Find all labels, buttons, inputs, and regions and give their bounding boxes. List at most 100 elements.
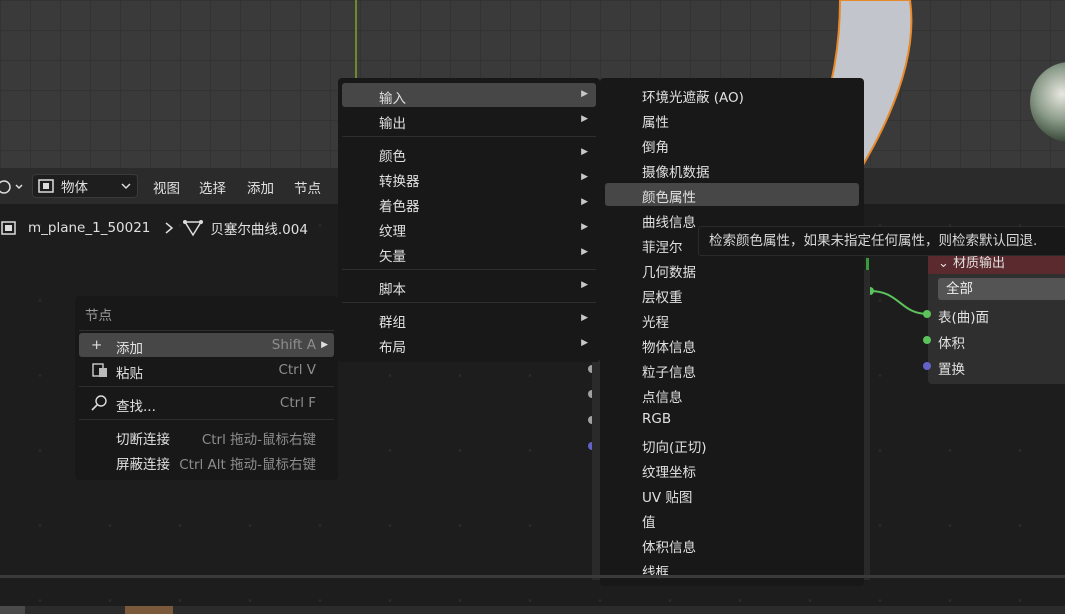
submenu-arrow-icon: ▶ bbox=[581, 89, 588, 99]
input-item-volume-info[interactable]: 体积信息 bbox=[605, 533, 859, 556]
add-item-script[interactable]: 脚本 ▶ bbox=[342, 274, 596, 298]
input-item-point-info[interactable]: 点信息 bbox=[605, 383, 859, 406]
add-item-color[interactable]: 颜色 ▶ bbox=[342, 141, 596, 165]
node-link bbox=[866, 287, 929, 315]
input-item-uv-map[interactable]: UV 贴图 bbox=[605, 483, 859, 506]
input-item-particle-info[interactable]: 粒子信息 bbox=[605, 358, 859, 381]
mode-label: 物体 bbox=[61, 180, 88, 196]
submenu-arrow-icon: ▶ bbox=[581, 222, 588, 232]
submenu-arrow-icon: ▶ bbox=[581, 280, 588, 290]
tooltip: 检索颜色属性，如果未指定任何属性，则检索默认回退. bbox=[698, 226, 1065, 256]
timeline-left-block bbox=[0, 606, 25, 614]
menu-view[interactable]: 视图 bbox=[153, 177, 180, 197]
surface-socket-dot[interactable] bbox=[923, 310, 931, 318]
input-item-geometry[interactable]: 几何数据 bbox=[605, 258, 859, 281]
input-item-layer-weight[interactable]: 层权重 bbox=[605, 283, 859, 306]
context-item-label: 添加 bbox=[116, 341, 143, 357]
add-item-vector[interactable]: 矢量 ▶ bbox=[342, 241, 596, 265]
displacement-socket-dot[interactable] bbox=[923, 362, 931, 370]
breadcrumb: m_plane_1_50021 贝塞尔曲线.004 bbox=[0, 214, 308, 242]
input-item-label: 几何数据 bbox=[642, 265, 696, 281]
submenu-arrow-icon: ▶ bbox=[581, 172, 588, 182]
add-item-label: 脚本 bbox=[379, 282, 406, 298]
object-icon bbox=[1, 221, 16, 235]
menu-select[interactable]: 选择 bbox=[199, 177, 226, 197]
editor-divider[interactable] bbox=[0, 575, 1065, 578]
input-item-object-info[interactable]: 物体信息 bbox=[605, 333, 859, 356]
material-output-label: 材质输出 bbox=[953, 256, 1006, 271]
object-icon bbox=[38, 179, 54, 193]
shortcut-label: Ctrl F bbox=[279, 395, 316, 411]
input-item-label: 摄像机数据 bbox=[642, 165, 710, 181]
breadcrumb-object[interactable]: m_plane_1_50021 bbox=[28, 220, 150, 236]
context-menu-title: 节点 bbox=[85, 308, 112, 324]
curve-data-icon bbox=[183, 220, 204, 237]
add-item-layout[interactable]: 布局 ▶ bbox=[342, 332, 596, 356]
input-item-label: 菲涅尔 bbox=[642, 240, 683, 256]
collapse-arrow-icon[interactable]: ⌄ bbox=[938, 256, 953, 271]
add-item-label: 矢量 bbox=[379, 249, 406, 265]
shortcut-label: Ctrl 拖动-鼠标右键 bbox=[201, 432, 316, 448]
context-item-label: 屏蔽连接 bbox=[116, 457, 170, 473]
add-item-group[interactable]: 群组 ▶ bbox=[342, 307, 596, 331]
socket-surface: 表(曲)面 bbox=[938, 310, 990, 326]
input-item-camera-data[interactable]: 摄像机数据 bbox=[605, 158, 859, 181]
volume-socket-dot[interactable] bbox=[923, 336, 931, 344]
context-item-label: 切断连接 bbox=[116, 432, 170, 448]
input-item-label: 切向(正切) bbox=[642, 440, 707, 456]
input-item-bevel[interactable]: 倒角 bbox=[605, 133, 859, 156]
input-item-attribute[interactable]: 属性 bbox=[605, 108, 859, 131]
add-item-label: 转换器 bbox=[379, 174, 420, 190]
add-item-label: 着色器 bbox=[379, 199, 420, 215]
search-icon bbox=[91, 395, 107, 411]
add-item-texture[interactable]: 纹理 ▶ bbox=[342, 216, 596, 240]
add-item-label: 群组 bbox=[379, 315, 406, 331]
input-item-label: 纹理坐标 bbox=[642, 465, 696, 481]
submenu-arrow-icon: ▶ bbox=[581, 247, 588, 257]
context-item-cut-links[interactable]: 切断连接 Ctrl 拖动-鼠标右键 bbox=[79, 424, 334, 448]
input-item-label: 倒角 bbox=[642, 140, 669, 156]
add-item-label: 纹理 bbox=[379, 224, 406, 240]
menu-node[interactable]: 节点 bbox=[294, 177, 321, 197]
add-item-label: 颜色 bbox=[379, 149, 406, 165]
editor-type-icon[interactable] bbox=[0, 179, 26, 195]
context-item-label: 查找... bbox=[116, 399, 156, 415]
input-item-label: 体积信息 bbox=[642, 540, 696, 556]
breadcrumb-data[interactable]: 贝塞尔曲线.004 bbox=[210, 218, 308, 238]
chevron-right-icon bbox=[165, 222, 174, 234]
context-item-add[interactable]: + 添加 Shift A ▶ bbox=[79, 333, 334, 357]
submenu-arrow-icon: ▶ bbox=[581, 197, 588, 207]
context-item-find[interactable]: 查找... Ctrl F bbox=[79, 391, 334, 415]
input-item-texture-coordinate[interactable]: 纹理坐标 bbox=[605, 458, 859, 481]
context-item-paste[interactable]: 粘贴 Ctrl V bbox=[79, 358, 334, 382]
submenu-arrow-icon: ▶ bbox=[581, 338, 588, 348]
add-item-output[interactable]: 输出 ▶ bbox=[342, 108, 596, 132]
input-item-ao[interactable]: 环境光遮蔽 (AO) bbox=[605, 83, 859, 106]
input-item-value[interactable]: 值 bbox=[605, 508, 859, 531]
add-item-input[interactable]: 输入 ▶ bbox=[342, 83, 596, 107]
add-item-converter[interactable]: 转换器 ▶ bbox=[342, 166, 596, 190]
socket-displacement: 置换 bbox=[938, 362, 965, 378]
context-item-label: 粘贴 bbox=[116, 366, 143, 382]
object-mode-select[interactable]: 物体 bbox=[32, 174, 138, 198]
input-item-tangent[interactable]: 切向(正切) bbox=[605, 433, 859, 456]
submenu-arrow-icon: ▶ bbox=[581, 114, 588, 124]
input-item-color-attribute[interactable]: 颜色属性 bbox=[605, 183, 859, 206]
target-select[interactable]: 全部 bbox=[938, 278, 1065, 300]
add-item-label: 输出 bbox=[379, 116, 406, 132]
input-item-light-path[interactable]: 光程 bbox=[605, 308, 859, 331]
add-item-shader[interactable]: 着色器 ▶ bbox=[342, 191, 596, 215]
menu-add[interactable]: 添加 bbox=[247, 177, 274, 197]
plus-icon: + bbox=[91, 337, 103, 353]
material-output-node[interactable]: ⌄ 材质输出 全部 表(曲)面 体积 置换 bbox=[928, 254, 1065, 384]
socket-volume: 体积 bbox=[938, 336, 965, 352]
input-item-rgb[interactable]: RGB bbox=[605, 408, 859, 431]
context-item-mute-links[interactable]: 屏蔽连接 Ctrl Alt 拖动-鼠标右键 bbox=[79, 449, 334, 473]
material-output-title: ⌄ 材质输出 bbox=[928, 254, 1065, 274]
input-item-label: 点信息 bbox=[642, 390, 683, 406]
timeline-playhead[interactable] bbox=[125, 606, 173, 614]
input-item-label: 线框 bbox=[642, 565, 669, 581]
add-submenu: 输入 ▶ 输出 ▶ 颜色 ▶ 转换器 ▶ 着色器 ▶ 纹理 ▶ 矢量 ▶ 脚本 … bbox=[338, 78, 600, 362]
input-item-label: 颜色属性 bbox=[642, 190, 696, 206]
input-item-label: 值 bbox=[642, 515, 656, 531]
